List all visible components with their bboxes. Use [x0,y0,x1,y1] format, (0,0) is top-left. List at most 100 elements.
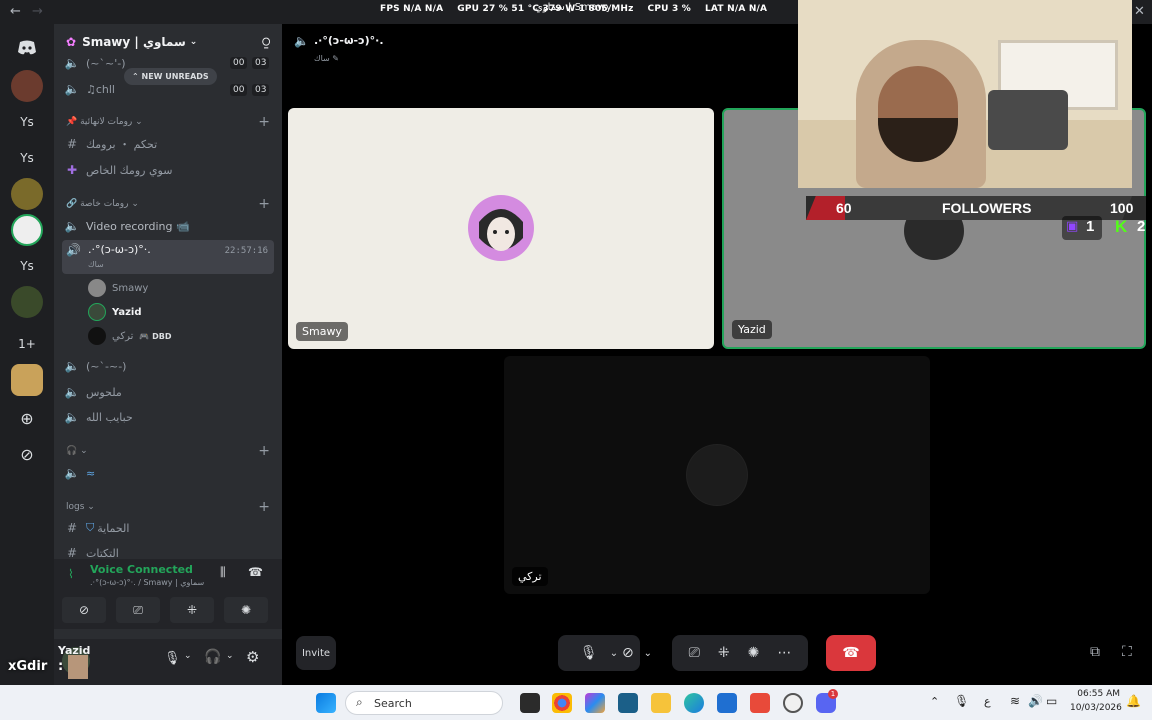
activities-icon[interactable]: ⁜ [718,645,730,661]
copilot-icon[interactable] [585,693,605,713]
windows-start-icon[interactable] [316,693,336,713]
language-indicator[interactable]: ع [984,695,991,708]
discord-home-icon[interactable] [11,32,43,64]
server-avatar[interactable] [11,70,43,102]
overlay-colon: : [58,659,64,674]
text-channel[interactable]: ✚ سوي رومك الخاص [62,159,274,181]
camera-button[interactable]: ⊘ ⌄ [612,635,662,671]
twitch-count: 1 [1086,218,1095,235]
forward-arrow-icon[interactable]: → [32,4,43,19]
taskbar-search[interactable]: ⌕ Search [345,691,503,715]
screen-share-icon[interactable]: ⎚ [689,645,700,661]
server-avatar[interactable] [11,286,43,318]
soundboard-button[interactable]: ✺ [224,597,268,623]
chevron-down-icon[interactable]: ⌄ [184,651,192,661]
clock-date[interactable]: 10/03/2026 [1070,703,1122,713]
fullscreen-icon[interactable]: ⛶ [1122,644,1132,660]
windows-taskbar: ⌕ Search 1 ⌃ 🎙 ع ≋ 🔊 ▭ 06:55 AM 10/03/20… [0,685,1152,720]
server-more[interactable]: 1+ [11,328,43,360]
category-header[interactable]: 🎧 ⌄ [66,446,88,456]
add-channel-icon[interactable]: + [258,499,270,515]
webcam-thumb [68,655,88,679]
screen-share-button[interactable]: ⎚ [116,597,160,623]
lat-value-2: N/A [748,4,768,14]
explore-icon[interactable]: ⊘ [11,438,43,470]
add-channel-icon[interactable]: + [258,114,270,130]
channel-timer: 22:57:16 [224,246,268,256]
battery-icon[interactable]: ▭ [1046,694,1057,708]
more-options-icon[interactable]: ⋯ [777,645,791,661]
server-ys-2[interactable]: Ys [11,142,43,174]
server-ys-3[interactable]: Ys [11,250,43,282]
volume-icon[interactable]: 🔊 [1028,694,1043,708]
add-channel-icon[interactable]: + [258,196,270,212]
channel-label: Video recording 📹 [86,219,190,233]
voice-channel[interactable]: 🔈 حبايب الله [62,406,274,428]
close-icon[interactable]: ✕ [1134,4,1145,19]
category-header[interactable]: logs ⌄ [66,502,95,512]
voice-channel[interactable]: 🔈 ملحوس [62,381,274,403]
noise-suppression-icon[interactable]: ⫼ [220,565,226,580]
channel-label: حبايب الله [86,410,133,424]
voice-channel[interactable]: 🔈 ≈ [62,462,274,484]
add-channel-icon[interactable]: + [258,443,270,459]
text-channel[interactable]: # تحكم ・ برومك [62,133,274,155]
user-name[interactable]: Yazid [58,644,90,657]
participant-tile-smawy[interactable]: Smawy [288,108,714,349]
app-icon[interactable] [618,693,638,713]
invite-button[interactable]: Invite [296,636,336,670]
category-header[interactable]: 📌 رومات لانهائية ⌄ [66,117,143,127]
popout-icon[interactable]: ⧉ [1090,644,1100,660]
fps-value: N/A [403,4,422,14]
call-channel-status[interactable]: ساك ✎ [314,54,339,63]
leave-call-button[interactable]: ☎ [826,635,876,671]
headphones-icon[interactable]: 🎧 [204,649,221,665]
voice-user[interactable]: Yazid [88,301,141,323]
cpu-label: CPU [647,4,669,14]
clock-time[interactable]: 06:55 AM [1074,689,1120,699]
soundboard-icon[interactable]: ✺ [748,645,760,661]
voice-user[interactable]: تركي 🎮 DBD [88,325,172,347]
microphone-icon[interactable]: 🎙 [164,651,181,666]
chrome-icon[interactable] [552,693,572,713]
speaker-icon: 🔈 [64,385,80,399]
user-limit: 03 [252,84,270,96]
signal-icon: ⌇ [68,567,74,581]
category-header[interactable]: 🔗 رومات خاصة ⌄ [66,199,139,209]
chevron-up-icon[interactable]: ⌃ [930,695,939,708]
file-explorer-icon[interactable] [651,693,671,713]
disconnect-icon[interactable]: ☎ [248,565,263,579]
store-icon[interactable] [750,693,770,713]
camera-off-button[interactable]: ⊘ [62,597,106,623]
chevron-down-icon[interactable]: ⌄ [226,651,234,661]
voice-channel-path[interactable]: .·°(ↄ-ω-ↄ)°·. / Smawy | سماوي [90,578,204,587]
voice-channel[interactable]: 🔈 Video recording 📹 [62,215,274,237]
activities-button[interactable]: ⁜ [170,597,214,623]
wifi-icon[interactable]: ≋ [1010,694,1020,708]
server-avatar[interactable] [11,178,43,210]
add-server-icon[interactable]: ⊕ [11,402,43,434]
speaker-icon: 🔈 [64,56,80,70]
server-avatar[interactable] [11,364,43,396]
text-channel[interactable]: # ⛉ الحماية [62,517,274,539]
voice-status[interactable]: Voice Connected [90,563,193,576]
server-ys-1[interactable]: Ys [11,106,43,138]
speaker-icon: 🔊 [66,243,81,257]
server-avatar-active[interactable] [11,214,43,246]
outlook-icon[interactable] [717,693,737,713]
add-member-icon[interactable]: ⍜ [262,35,270,50]
participant-tile-turki[interactable]: تركي [504,356,930,594]
chevron-down-icon[interactable]: ⌄ [644,648,652,659]
voice-user[interactable]: Smawy [88,277,148,299]
notification-bell-icon[interactable]: 🔔 [1126,694,1141,708]
voice-channel[interactable]: 🔈 (~`-~-) [62,355,274,377]
edge-icon[interactable] [684,693,704,713]
office-chair [988,90,1068,150]
settings-gear-icon[interactable]: ⚙ [246,648,259,666]
back-arrow-icon[interactable]: ← [10,4,21,19]
avatar [88,327,106,345]
task-view-icon[interactable] [520,693,540,713]
active-voice-channel[interactable]: 🔊 .·°(ↄ-ω-ↄ)°·. ساك 22:57:16 [62,240,274,274]
app-icon[interactable] [783,693,803,713]
microphone-icon[interactable]: 🎙 [954,694,969,708]
